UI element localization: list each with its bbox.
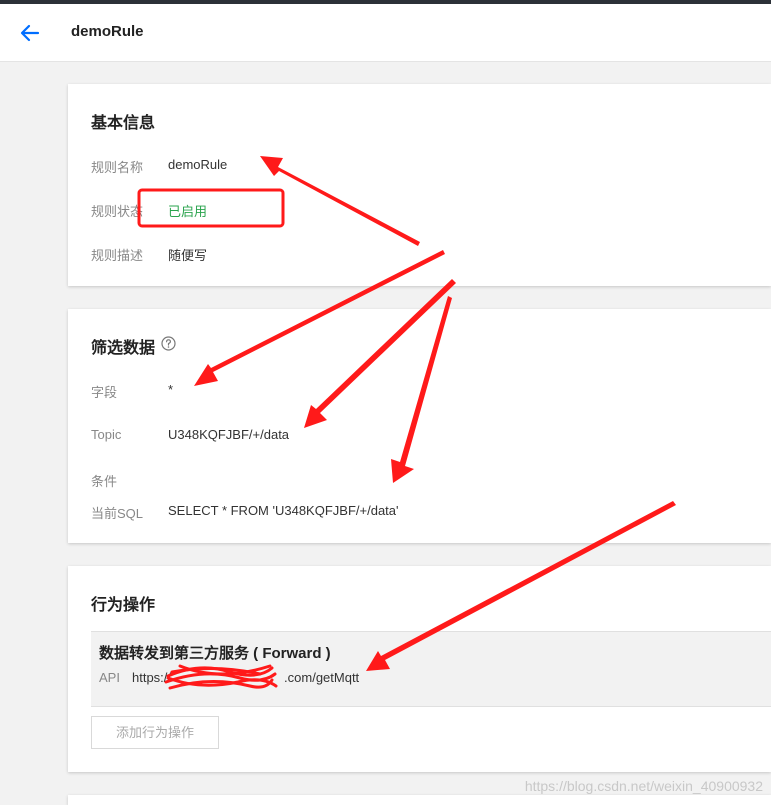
rule-status-label: 规则状态 [91, 204, 144, 219]
help-icon[interactable] [161, 336, 176, 351]
page-title: demoRule [71, 23, 144, 40]
api-value: https://.com/getMqtt [132, 670, 360, 685]
basic-info-card: 基本信息 规则名称 demoRule 规则状态 已启用 规则描述 随便写 [68, 84, 771, 286]
page-header: demoRule [0, 4, 771, 62]
rule-name-value: demoRule [168, 157, 228, 172]
current-sql-value: SELECT * FROM 'U348KQFJBF/+/data' [168, 503, 399, 518]
current-sql-label: 当前SQL [91, 506, 144, 521]
forward-action-title: 数据转发到第三方服务 ( Forward ) [99, 645, 331, 662]
topic-label: Topic [91, 427, 122, 442]
next-card [68, 795, 771, 805]
rule-name-label: 规则名称 [91, 160, 144, 175]
add-action-button[interactable]: 添加行为操作 [91, 716, 219, 749]
rule-desc-label: 规则描述 [91, 248, 144, 263]
topic-value: U348KQFJBF/+/data [168, 427, 290, 442]
basic-info-title: 基本信息 [91, 115, 156, 132]
watermark-text: https://blog.csdn.net/weixin_40900932 [524, 778, 763, 794]
forward-action-item[interactable]: 数据转发到第三方服务 ( Forward ) API https://.com/… [91, 631, 771, 707]
field-value: * [168, 382, 174, 397]
filter-data-card: 筛选数据 字段 * Topic U348KQFJBF/+/data 条件 当前S… [68, 309, 771, 543]
filter-data-title: 筛选数据 [91, 340, 156, 357]
rule-status-value: 已启用 [168, 204, 208, 219]
actions-card: 行为操作 数据转发到第三方服务 ( Forward ) API https://… [68, 566, 771, 772]
field-label: 字段 [91, 385, 118, 400]
actions-title: 行为操作 [91, 597, 156, 614]
api-label: API [99, 670, 120, 685]
back-arrow-icon[interactable] [18, 22, 42, 44]
rule-desc-value: 随便写 [168, 248, 208, 263]
condition-label: 条件 [91, 474, 118, 489]
